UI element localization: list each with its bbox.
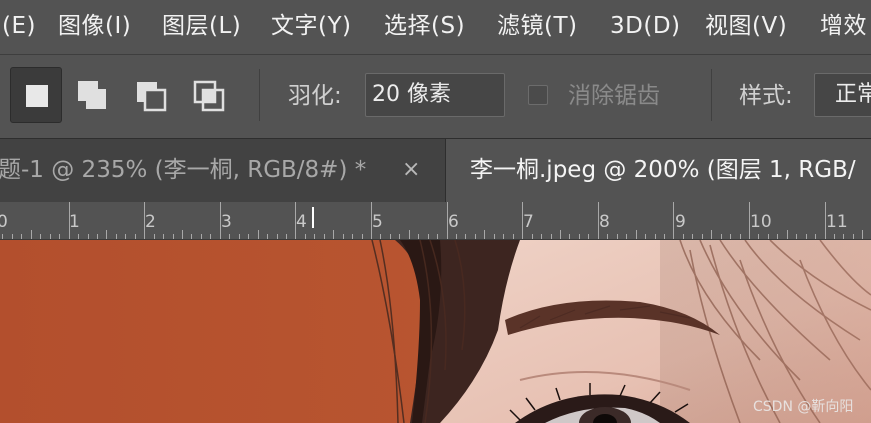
ruler-label: 6 <box>448 212 459 232</box>
ruler-label: 4 <box>296 212 307 232</box>
menu-3d[interactable]: 3D(D) <box>610 11 681 41</box>
tab-title: 李一桐.jpeg @ 200% (图层 1, RGB/ <box>470 157 856 183</box>
ruler-label: 0 <box>0 212 8 232</box>
antialias-label: 消除锯齿 <box>568 83 660 109</box>
menu-view[interactable]: 视图(V) <box>705 11 787 41</box>
ruler-label: 11 <box>826 212 848 232</box>
new-selection-icon <box>26 85 48 107</box>
ruler-label: 2 <box>145 212 156 232</box>
ruler-label: 5 <box>372 212 383 232</box>
photo-image <box>0 240 871 423</box>
divider <box>711 69 712 121</box>
add-to-selection-icon <box>78 81 106 109</box>
intersect-with-selection-icon <box>193 80 225 112</box>
document-tabs: 题-1 @ 235% (李一桐, RGB/8#) * × 李一桐.jpeg @ … <box>0 138 871 202</box>
new-selection-button[interactable] <box>10 67 62 123</box>
ruler-label: 1 <box>69 212 80 232</box>
menu-plugins[interactable]: 增效 <box>820 11 867 41</box>
document-canvas[interactable] <box>0 240 871 423</box>
photoshop-window: (E) 图像(I) 图层(L) 文字(Y) 选择(S) 滤镜(T) 3D(D) … <box>0 0 871 423</box>
ruler-label: 8 <box>599 212 610 232</box>
divider <box>259 69 260 121</box>
style-select[interactable]: 正常 <box>814 73 871 117</box>
feather-input[interactable]: 20 像素 <box>365 73 505 117</box>
tab-jpeg-document[interactable]: 李一桐.jpeg @ 200% (图层 1, RGB/ <box>445 139 871 202</box>
tab-untitled-document[interactable]: 题-1 @ 235% (李一桐, RGB/8#) * × <box>0 139 445 202</box>
close-icon[interactable]: × <box>402 139 420 201</box>
style-label: 样式: <box>739 83 793 109</box>
menu-select[interactable]: 选择(S) <box>384 11 465 41</box>
menu-layer[interactable]: 图层(L) <box>162 11 241 41</box>
menu-type[interactable]: 文字(Y) <box>271 11 352 41</box>
subtract-from-selection-icon <box>137 82 167 112</box>
ruler-label: 7 <box>523 212 534 232</box>
menu-edit[interactable]: (E) <box>2 11 36 41</box>
feather-label: 羽化: <box>288 83 342 109</box>
menu-bar: (E) 图像(I) 图层(L) 文字(Y) 选择(S) 滤镜(T) 3D(D) … <box>0 0 871 54</box>
menu-image[interactable]: 图像(I) <box>58 11 131 41</box>
watermark: CSDN @靳向阳 <box>753 399 854 415</box>
antialias-checkbox[interactable] <box>528 85 548 105</box>
ruler-ticks <box>2 202 863 239</box>
intersect-with-selection-button[interactable] <box>182 67 234 123</box>
tab-title: 题-1 @ 235% (李一桐, RGB/8#) * <box>0 157 367 183</box>
options-bar: 羽化: 20 像素 消除锯齿 样式: 正常 <box>0 54 871 138</box>
ruler-label: 3 <box>221 212 232 232</box>
menu-filter[interactable]: 滤镜(T) <box>497 11 578 41</box>
add-to-selection-button[interactable] <box>66 67 118 123</box>
ruler-label: 10 <box>750 212 772 232</box>
ruler-label: 9 <box>675 212 686 232</box>
horizontal-ruler[interactable]: 0 1 2 3 4 5 6 7 8 9 10 11 <box>0 202 871 240</box>
subtract-from-selection-button[interactable] <box>124 67 176 123</box>
